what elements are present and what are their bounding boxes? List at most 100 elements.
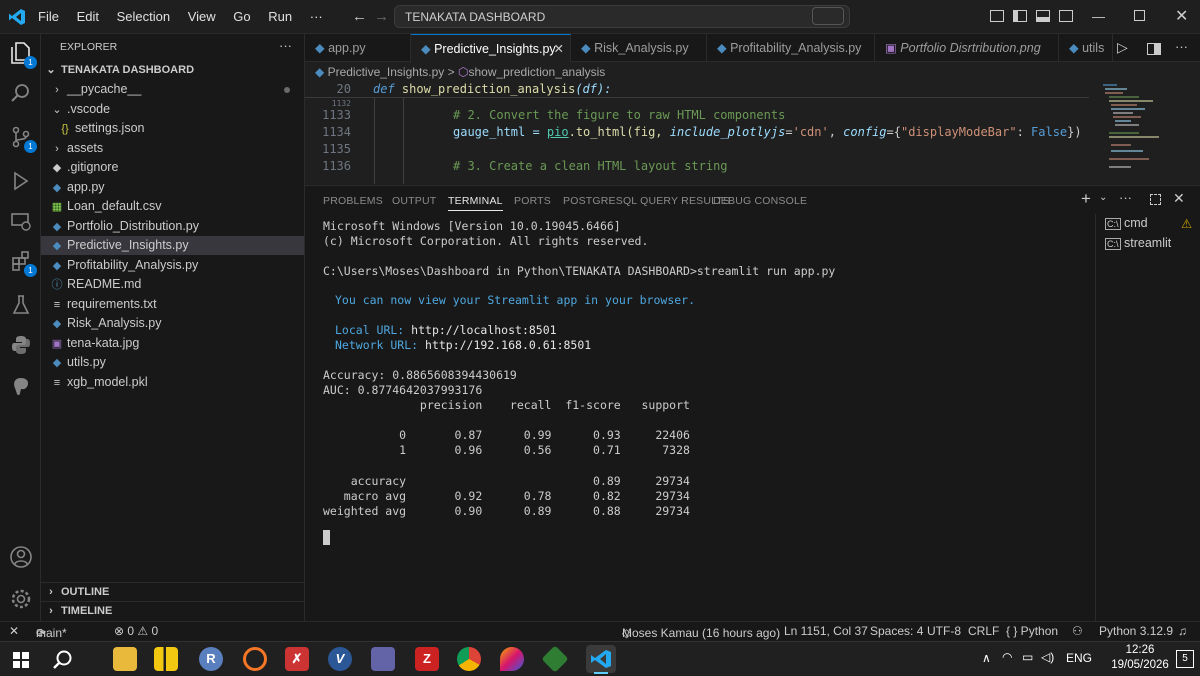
network-icon[interactable]: ◠ (1002, 650, 1012, 664)
network-url-link[interactable]: http://192.168.0.61:8501 (425, 338, 591, 352)
run-debug-icon[interactable] (8, 168, 34, 194)
source-control-icon[interactable]: 1 (8, 124, 37, 153)
notification-center[interactable]: 5 (1176, 650, 1194, 668)
indentation[interactable]: Spaces: 4 (870, 624, 923, 638)
layout-customize-icon[interactable] (990, 10, 1004, 22)
tab-predictive-insights[interactable]: ◆ Predictive_Insights.py ✕ (411, 34, 571, 62)
power-bi-taskbar-icon[interactable] (154, 647, 178, 671)
tab-risk-analysis[interactable]: ◆ Risk_Analysis.py (571, 34, 707, 62)
remote-explorer-icon[interactable] (8, 208, 34, 234)
python-icon[interactable] (8, 332, 34, 358)
volume-icon[interactable]: ◁) (1041, 650, 1054, 664)
back-arrow-icon[interactable]: ← (352, 8, 367, 25)
tab-debug-console[interactable]: DEBUG CONSOLE (713, 195, 807, 207)
tree-file-risk[interactable]: ◆ Risk_Analysis.py (41, 314, 304, 333)
tab-problems[interactable]: PROBLEMS (323, 195, 383, 207)
tree-file-tena-kata[interactable]: ▣ tena-kata.jpg (41, 334, 304, 353)
language-mode[interactable]: { } Python (1006, 624, 1058, 638)
explorer-icon[interactable]: 1 (8, 40, 37, 69)
jupyter-taskbar-icon[interactable] (243, 647, 267, 671)
tab-postgresql-results[interactable]: POSTGRESQL QUERY RESULTS (563, 195, 730, 207)
restore-icon[interactable] (1134, 10, 1145, 21)
search-icon[interactable] (8, 80, 34, 106)
tree-file-readme[interactable]: ⓘ README.md (41, 275, 304, 294)
battery-icon[interactable]: ▭ (1022, 650, 1033, 664)
breadcrumb-symbol[interactable]: show_prediction_analysis (468, 65, 605, 79)
show-hidden-icons-icon[interactable]: ∧ (982, 651, 991, 665)
tree-file-requirements[interactable]: ≡ requirements.txt (41, 295, 304, 314)
copilot-status-icon[interactable]: ⚇ (1072, 624, 1083, 638)
testing-icon[interactable] (8, 292, 34, 318)
search-icon[interactable] (52, 649, 74, 676)
code-editor[interactable]: ◆ Predictive_Insights.py > ⬡show_predict… (305, 62, 1200, 184)
tree-folder-vscode[interactable]: ⌄ .vscode (41, 100, 304, 119)
tree-file-utils[interactable]: ◆ utils.py (41, 353, 304, 372)
menu-file[interactable]: File (38, 9, 59, 24)
menu-more[interactable]: ··· (310, 9, 323, 24)
line-ending[interactable]: CRLF (968, 624, 999, 638)
clock-date[interactable]: 19/05/2026 (1102, 659, 1178, 671)
app-drop-taskbar-icon[interactable] (500, 647, 524, 671)
git-kraken-taskbar-icon[interactable] (541, 645, 569, 673)
toggle-sidebar-icon[interactable] (1013, 10, 1027, 22)
tab-app[interactable]: ◆ app.py (305, 34, 411, 62)
encoding[interactable]: UTF-8 (927, 624, 961, 638)
menu-view[interactable]: View (188, 9, 216, 24)
editor-more-button[interactable]: ··· (1175, 39, 1188, 54)
tree-file-profitability[interactable]: ◆ Profitability_Analysis.py (41, 256, 304, 275)
breadcrumb-file[interactable]: Predictive_Insights.py (328, 65, 445, 79)
chrome-taskbar-icon[interactable] (457, 647, 481, 671)
toggle-panel-icon[interactable] (1036, 10, 1050, 22)
file-explorer-taskbar-icon[interactable] (113, 647, 137, 671)
explorer-more-button[interactable]: ··· (279, 38, 292, 53)
postgresql-icon[interactable] (8, 374, 34, 400)
outline-section[interactable]: › OUTLINE (41, 582, 304, 601)
tab-profitability[interactable]: ◆ Profitability_Analysis.py (707, 34, 875, 62)
tree-file-settings[interactable]: {} settings.json (41, 119, 304, 138)
menu-edit[interactable]: Edit (77, 9, 99, 24)
close-panel-icon[interactable]: ✕ (1173, 190, 1185, 207)
terminal-dropdown-icon[interactable]: ⌄ (1099, 192, 1107, 203)
terminal-instance-cmd[interactable]: C:\ cmd ⚠ (1105, 216, 1192, 231)
local-url-link[interactable]: http://localhost:8501 (411, 323, 556, 337)
windows-start-icon[interactable] (13, 652, 29, 668)
new-terminal-icon[interactable]: + (1081, 189, 1091, 209)
command-center-search[interactable]: TENAKATA DASHBOARD (394, 5, 850, 28)
menu-selection[interactable]: Selection (117, 9, 170, 24)
tab-utils[interactable]: ◆ utils (1059, 34, 1113, 62)
terminal-instance-streamlit[interactable]: C:\ streamlit (1105, 236, 1171, 250)
vscode-taskbar-icon[interactable] (586, 645, 616, 674)
toggle-secondary-sidebar-icon[interactable] (1059, 10, 1073, 22)
cursor-position[interactable]: Ln 1151, Col 37 (784, 624, 868, 638)
extensions-icon[interactable]: 1 (8, 248, 37, 277)
forward-arrow-icon[interactable]: → (374, 8, 389, 25)
menu-go[interactable]: Go (233, 9, 250, 24)
remote-indicator-icon[interactable]: ✕ (9, 624, 19, 638)
tab-terminal[interactable]: TERMINAL (448, 195, 503, 211)
tree-file-xgb-model[interactable]: ≡ xgb_model.pkl (41, 373, 304, 392)
panel-more-button[interactable]: ··· (1119, 190, 1132, 205)
tab-output[interactable]: OUTPUT (392, 195, 436, 207)
language-indicator[interactable]: ENG (1066, 651, 1092, 665)
settings-gear-icon[interactable] (8, 586, 34, 612)
filezilla-taskbar-icon[interactable]: Z (415, 647, 439, 671)
tree-file-portfolio[interactable]: ◆ Portfolio_Distribution.py (41, 217, 304, 236)
tree-folder-assets[interactable]: › assets (41, 139, 304, 158)
tab-ports[interactable]: PORTS (514, 195, 551, 207)
accounts-icon[interactable] (8, 544, 34, 570)
timeline-section[interactable]: › TIMELINE (41, 601, 304, 620)
app-taskbar-icon[interactable]: ✗ (285, 647, 309, 671)
copilot-icon[interactable] (812, 7, 844, 25)
problems-indicator[interactable]: ⊗ 0 ⚠ 0 (114, 624, 158, 638)
tab-portfolio-png[interactable]: ▣ Portfolio Disrtribution.png (875, 34, 1059, 62)
sticky-scroll[interactable]: 20 def show_prediction_analysis(df): (305, 80, 1089, 98)
tree-file-loan-default[interactable]: ▦ Loan_default.csv (41, 197, 304, 216)
menu-run[interactable]: Run (268, 9, 292, 24)
tree-file-gitignore[interactable]: ◆ .gitignore (41, 158, 304, 177)
clock-time[interactable]: 12:26 (1115, 644, 1165, 656)
python-interpreter[interactable]: Python 3.12.9 (1099, 624, 1173, 638)
minimap[interactable] (1101, 80, 1165, 184)
tree-file-predictive[interactable]: ◆ Predictive_Insights.py (41, 236, 304, 255)
tree-file-app[interactable]: ◆ app.py (41, 178, 304, 197)
workspace-root[interactable]: ⌄ TENAKATA DASHBOARD (41, 61, 304, 80)
